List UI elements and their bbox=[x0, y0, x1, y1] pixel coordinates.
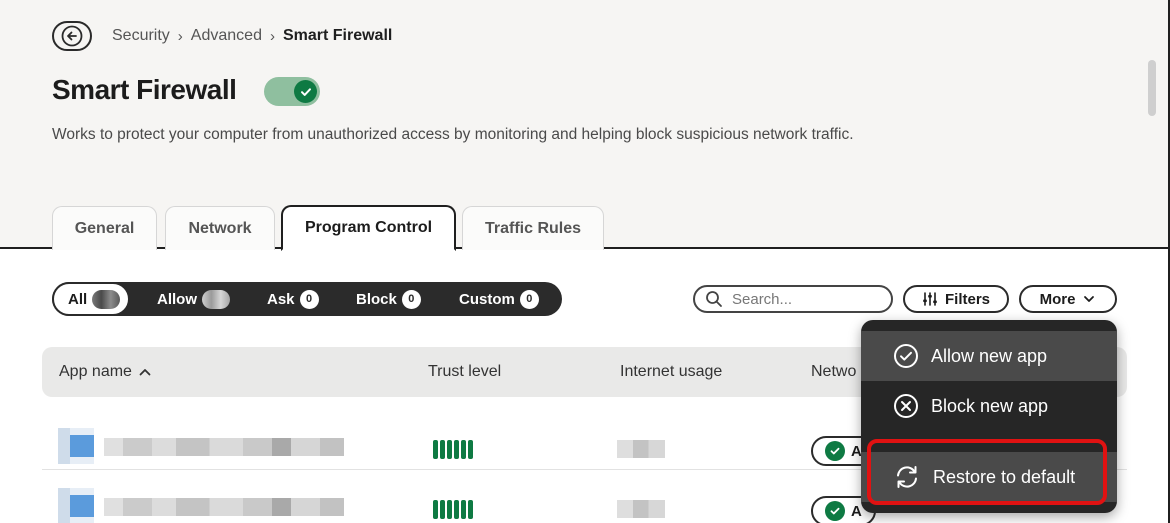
firewall-toggle[interactable] bbox=[264, 77, 320, 106]
tab-traffic-rules[interactable]: Traffic Rules bbox=[462, 206, 604, 250]
x-circle-icon bbox=[894, 394, 918, 418]
check-circle-icon bbox=[825, 501, 845, 521]
segment-ask[interactable]: Ask 0 bbox=[267, 282, 319, 316]
segment-label: All bbox=[68, 290, 88, 308]
sort-ascending-icon bbox=[139, 369, 151, 376]
count-badge bbox=[202, 289, 230, 309]
column-label: Trust level bbox=[428, 363, 502, 380]
menu-item-restore-to-default[interactable]: Restore to default bbox=[861, 452, 1117, 502]
check-icon bbox=[300, 87, 311, 96]
menu-item-block-new-app[interactable]: Block new app bbox=[861, 381, 1117, 431]
toggle-knob bbox=[294, 80, 317, 103]
segment-allow[interactable]: Allow bbox=[157, 282, 230, 316]
column-label: Internet usage bbox=[620, 363, 723, 380]
tab-program-control[interactable]: Program Control bbox=[281, 205, 456, 251]
menu-item-label: Block new app bbox=[931, 395, 1049, 416]
status-label: A bbox=[851, 502, 862, 520]
app-name-redacted bbox=[104, 438, 344, 456]
sliders-icon bbox=[923, 292, 937, 306]
menu-item-allow-new-app[interactable]: Allow new app bbox=[861, 331, 1117, 381]
internet-usage-redacted bbox=[617, 500, 665, 518]
filter-segment: All Allow Ask 0 Block 0 Custom 0 bbox=[52, 282, 562, 316]
column-trust-level[interactable]: Trust level bbox=[428, 363, 501, 381]
trust-level-meter bbox=[433, 500, 473, 519]
segment-label: Allow bbox=[157, 290, 197, 308]
count-badge: 0 bbox=[519, 289, 539, 309]
app-icon bbox=[58, 488, 94, 523]
column-app-name[interactable]: App name bbox=[59, 363, 152, 381]
more-label: More bbox=[1039, 290, 1076, 308]
breadcrumb-security[interactable]: Security bbox=[112, 27, 170, 45]
check-circle-icon bbox=[894, 344, 918, 368]
menu-item-label: Allow new app bbox=[931, 345, 1048, 366]
segment-label: Ask bbox=[267, 290, 295, 308]
tab-label: General bbox=[74, 219, 135, 237]
scrollbar-thumb[interactable] bbox=[1148, 60, 1156, 116]
tab-label: Program Control bbox=[304, 219, 433, 236]
page-description: Works to protect your computer from unau… bbox=[52, 126, 854, 143]
refresh-icon bbox=[897, 466, 917, 488]
tab-network[interactable]: Network bbox=[165, 206, 275, 250]
search-icon bbox=[706, 291, 722, 307]
app-icon bbox=[58, 428, 94, 464]
breadcrumb-advanced[interactable]: Advanced bbox=[191, 27, 262, 45]
page-header: Security › Advanced › Smart Firewall Sma… bbox=[0, 0, 1170, 251]
more-button[interactable]: More bbox=[1019, 285, 1117, 313]
search-box[interactable] bbox=[693, 285, 893, 313]
chevron-right-icon: › bbox=[269, 27, 275, 45]
arrow-left-icon bbox=[61, 25, 83, 47]
menu-item-label: Restore to default bbox=[933, 466, 1076, 487]
check-circle-icon bbox=[825, 441, 845, 461]
segment-block[interactable]: Block 0 bbox=[356, 282, 421, 316]
count-badge: 0 bbox=[299, 289, 319, 309]
segment-label: Block bbox=[356, 290, 397, 308]
page-title: Smart Firewall bbox=[52, 74, 237, 105]
column-network[interactable]: Netwo bbox=[811, 363, 856, 381]
filters-button[interactable]: Filters bbox=[903, 285, 1009, 313]
internet-usage-redacted bbox=[617, 440, 665, 458]
tab-general[interactable]: General bbox=[52, 206, 157, 250]
chevron-down-icon bbox=[1084, 296, 1095, 302]
filters-label: Filters bbox=[944, 290, 990, 308]
breadcrumb: Security › Advanced › Smart Firewall bbox=[112, 27, 392, 45]
more-menu: Allow new app Block new app Restore to d… bbox=[861, 320, 1117, 513]
breadcrumb-current: Smart Firewall bbox=[282, 27, 393, 44]
segment-all[interactable]: All bbox=[52, 282, 131, 316]
chevron-right-icon: › bbox=[177, 27, 183, 45]
column-internet-usage[interactable]: Internet usage bbox=[620, 363, 722, 381]
tab-label: Network bbox=[188, 219, 252, 237]
column-label: Netwo bbox=[811, 363, 857, 380]
trust-level-meter bbox=[433, 440, 473, 459]
count-badge: 0 bbox=[401, 289, 421, 309]
segment-label: Custom bbox=[459, 290, 515, 308]
count-badge bbox=[92, 289, 121, 309]
tab-label: Traffic Rules bbox=[484, 219, 582, 237]
back-button[interactable] bbox=[52, 21, 92, 51]
column-label: App name bbox=[59, 363, 132, 380]
app-name-redacted bbox=[104, 498, 344, 516]
search-input[interactable] bbox=[732, 290, 882, 308]
segment-custom[interactable]: Custom 0 bbox=[459, 282, 539, 316]
